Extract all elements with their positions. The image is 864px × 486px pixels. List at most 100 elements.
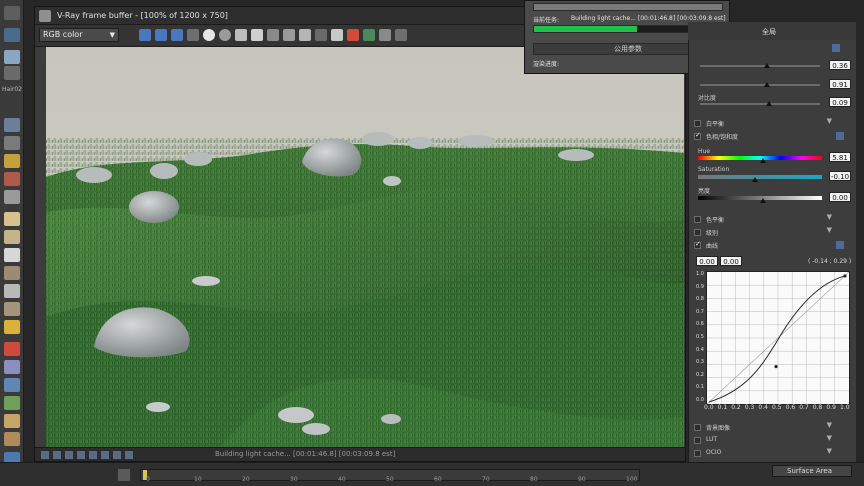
lens-fx-icon[interactable] [395, 29, 407, 41]
channel-select[interactable]: RGB color ▼ [39, 28, 119, 42]
ocio-row[interactable]: OCIO ▼ [692, 447, 846, 460]
torus-icon[interactable] [4, 302, 20, 316]
contrast-value[interactable]: 0.91 [829, 79, 851, 89]
utility-icon[interactable] [4, 360, 20, 374]
curve-x-field[interactable]: 0.00 [696, 256, 718, 266]
contrast-slider-thumb[interactable] [764, 82, 770, 87]
select-icon[interactable] [4, 6, 20, 20]
material-icon[interactable] [4, 320, 20, 334]
clear-icon[interactable] [235, 29, 247, 41]
hue-sat-label: 色相/饱和度 [706, 134, 739, 141]
track-mouse-icon[interactable] [267, 29, 279, 41]
timeline-tick: 90 [578, 476, 586, 483]
surface-area-button[interactable]: Surface Area [772, 465, 852, 477]
eye-icon[interactable] [4, 50, 20, 64]
status-icon-7[interactable] [113, 451, 121, 459]
saturation-slider[interactable] [698, 175, 822, 179]
chevron-down-icon[interactable]: ▼ [827, 421, 832, 429]
move-icon[interactable] [4, 28, 20, 42]
blue-channel-icon[interactable] [171, 29, 183, 41]
curves-row[interactable]: 曲线 [692, 240, 846, 252]
link-icon[interactable] [299, 29, 311, 41]
contrast-b-slider-thumb[interactable] [766, 101, 772, 106]
chevron-down-icon[interactable]: ▼ [827, 447, 832, 455]
cc-preset-icon[interactable] [832, 44, 840, 52]
modifier-icon[interactable] [4, 342, 20, 356]
chevron-down-icon[interactable]: ▼ [827, 117, 832, 125]
status-icon-3[interactable] [65, 451, 73, 459]
save-icon[interactable] [219, 29, 231, 41]
grid-icon[interactable] [4, 136, 20, 150]
status-icon-6[interactable] [101, 451, 109, 459]
color-correct-icon[interactable] [379, 29, 391, 41]
curve-end-point[interactable] [843, 274, 847, 278]
curve-point[interactable] [774, 364, 778, 369]
exposure-slider[interactable] [700, 65, 820, 67]
saturation-slider-thumb[interactable] [752, 177, 758, 182]
white-balance-row[interactable]: 白平衡 ▼ [692, 117, 846, 130]
levels-checkbox[interactable] [694, 229, 701, 236]
hue-slider-thumb[interactable] [760, 158, 766, 163]
paint-icon[interactable] [4, 414, 20, 428]
sphere-icon[interactable] [4, 230, 20, 244]
box-icon[interactable] [4, 248, 20, 262]
hue-sat-row[interactable]: 色相/饱和度 [692, 131, 846, 143]
lightness-value[interactable]: 0.00 [829, 192, 851, 202]
status-icon-1[interactable] [41, 451, 49, 459]
time-config-icon[interactable] [118, 469, 130, 481]
copy-icon[interactable] [251, 29, 263, 41]
status-icon-4[interactable] [77, 451, 85, 459]
globe-icon[interactable] [4, 378, 20, 392]
saturation-value[interactable]: -0.10 [829, 171, 851, 181]
alpha-channel-icon[interactable] [187, 29, 199, 41]
green-channel-icon[interactable] [155, 29, 167, 41]
white-balance-checkbox[interactable] [694, 120, 701, 127]
curves-checkbox[interactable] [694, 240, 701, 249]
bg-image-row[interactable]: 背景图像 ▼ [692, 421, 846, 434]
link-icon[interactable] [4, 66, 20, 80]
exposure-slider-thumb[interactable] [764, 63, 770, 68]
color-balance-checkbox[interactable] [694, 216, 701, 223]
hue-value[interactable]: 5.81 [829, 152, 851, 162]
status-icon-8[interactable] [125, 451, 133, 459]
light-icon[interactable] [4, 154, 20, 168]
layer-icon[interactable] [4, 118, 20, 132]
history-icon[interactable] [363, 29, 375, 41]
curve-y-field[interactable]: 0.00 [720, 256, 742, 266]
contrast-b-slider[interactable] [700, 103, 820, 105]
cursor-icon[interactable] [315, 29, 327, 41]
hair-icon[interactable] [4, 396, 20, 410]
contrast-b-value[interactable]: 0.09 [829, 97, 851, 107]
cylinder-icon[interactable] [4, 266, 20, 280]
brush-icon[interactable] [4, 432, 20, 446]
red-channel-icon[interactable] [139, 29, 151, 41]
levels-row[interactable]: 级别 ▼ [692, 226, 846, 239]
hue-sat-checkbox[interactable] [694, 131, 701, 140]
ocio-checkbox[interactable] [694, 450, 701, 457]
hue-sat-preset-icon[interactable] [836, 132, 844, 140]
lut-checkbox[interactable] [694, 437, 701, 444]
curves-preset-icon[interactable] [836, 241, 844, 249]
render-canvas[interactable] [46, 47, 684, 447]
chevron-down-icon[interactable]: ▼ [827, 434, 832, 442]
top-progress-bar [533, 3, 723, 11]
render-icon[interactable] [4, 190, 20, 204]
render-icon[interactable] [347, 29, 359, 41]
chevron-down-icon[interactable]: ▼ [827, 226, 832, 234]
cone-icon[interactable] [4, 284, 20, 298]
camera-icon[interactable] [4, 172, 20, 186]
color-balance-row[interactable]: 色平衡 ▼ [692, 213, 846, 226]
mono-icon[interactable] [203, 29, 215, 41]
lut-row[interactable]: LUT ▼ [692, 434, 846, 447]
lightness-slider-thumb[interactable] [760, 198, 766, 203]
chevron-down-icon[interactable]: ▼ [827, 213, 832, 221]
curve-editor[interactable] [706, 271, 850, 405]
status-icon-5[interactable] [89, 451, 97, 459]
region-icon[interactable] [283, 29, 295, 41]
bg-image-checkbox[interactable] [694, 424, 701, 431]
status-icon-2[interactable] [53, 451, 61, 459]
stop-icon[interactable] [331, 29, 343, 41]
contrast-slider[interactable] [700, 84, 820, 86]
teapot-icon[interactable] [4, 212, 20, 226]
exposure-value[interactable]: 0.36 [829, 60, 851, 70]
